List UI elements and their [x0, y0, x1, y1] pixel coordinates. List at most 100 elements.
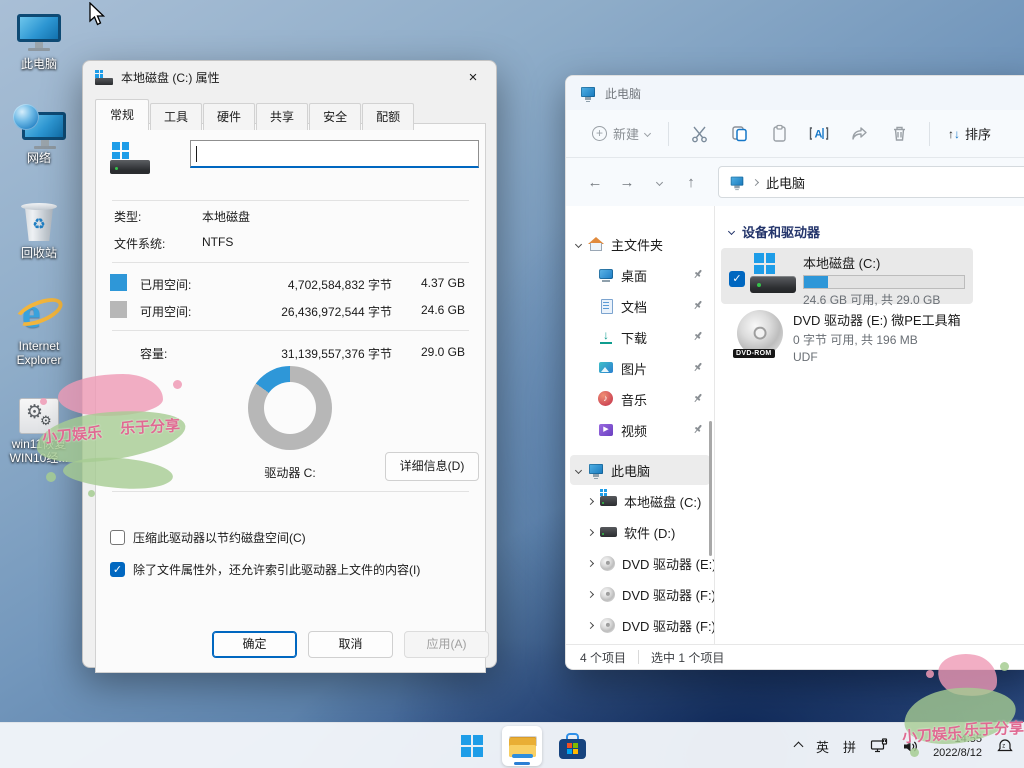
desktop-icon-this-pc[interactable]: 此电脑: [0, 14, 78, 71]
desktop-icon-label: 此电脑: [0, 57, 78, 71]
history-dropdown-button[interactable]: [644, 167, 674, 197]
svg-text:z: z: [1002, 743, 1005, 749]
speaker-icon[interactable]: [902, 739, 919, 754]
forward-button[interactable]: →: [612, 167, 642, 197]
sidebar-item-label: 图片: [621, 359, 685, 378]
apply-button[interactable]: 应用(A): [404, 631, 489, 658]
tab-general[interactable]: 常规: [95, 99, 149, 130]
filesystem-value: NTFS: [202, 235, 233, 249]
sidebar-item-pictures[interactable]: 图片: [566, 353, 714, 383]
tab-sharing[interactable]: 共享: [256, 103, 308, 130]
section-devices-and-drives[interactable]: 设备和驱动器: [729, 222, 1024, 241]
dialog-titlebar[interactable]: 本地磁盘 (C:) 属性: [83, 61, 496, 93]
explorer-toolbar: + 新建 A ↑↓ 排序: [566, 110, 1024, 158]
sidebar-scrollbar[interactable]: [709, 421, 712, 556]
file-item-drive-c[interactable]: ✓ 本地磁盘 (C:) 24.6 GB 可用, 共 29.0 GB: [721, 248, 973, 304]
taskbar-clock[interactable]: 14:55 2022/8/12: [933, 732, 982, 760]
explorer-titlebar[interactable]: 此电脑: [566, 76, 1024, 110]
selection-checkbox[interactable]: ✓: [729, 271, 745, 287]
volume-label-input[interactable]: [190, 140, 479, 168]
explorer-window-title: 此电脑: [605, 85, 641, 102]
start-button[interactable]: [452, 726, 492, 766]
up-button[interactable]: ↑: [676, 167, 706, 197]
breadcrumb[interactable]: 此电脑: [766, 173, 805, 192]
drive-c-usage-bar: [803, 275, 965, 289]
copy-button[interactable]: [719, 117, 759, 151]
pin-icon: [692, 268, 704, 283]
compress-checkbox-row[interactable]: 压缩此驱动器以节约磁盘空间(C): [110, 529, 306, 546]
sidebar-item-documents[interactable]: 文档: [566, 291, 714, 321]
sidebar-item-music[interactable]: 音乐: [566, 384, 714, 414]
tab-security[interactable]: 安全: [309, 103, 361, 130]
chevron-down-icon: [575, 466, 582, 473]
back-button[interactable]: ←: [580, 167, 610, 197]
sidebar-item-desktop[interactable]: 桌面: [566, 260, 714, 290]
taskbar: 英 拼 14:55 2022/8/12 z: [0, 722, 1024, 768]
taskbar-microsoft-store[interactable]: [552, 726, 592, 766]
desktop-icon-label: 回收站: [0, 246, 78, 260]
sidebar-item-drive-d[interactable]: 软件 (D:): [566, 517, 714, 547]
desktop-icon-win11-restore[interactable]: ⚙⚙ win11恢复WIN10经...: [0, 398, 78, 465]
sort-label: 排序: [965, 124, 991, 143]
pin-icon: [692, 330, 704, 345]
explorer-sidebar: 主文件夹 桌面 文档 ↓ 下载 图片: [566, 206, 715, 644]
address-bar[interactable]: 此电脑: [718, 166, 1024, 198]
globe-icon: [13, 104, 39, 130]
ok-button[interactable]: 确定: [212, 631, 297, 658]
chevron-right-icon: [587, 590, 594, 597]
toolbar-divider: [929, 122, 930, 146]
selected-count: 选中 1 个项目: [651, 649, 724, 666]
desktop-icon-recycle-bin[interactable]: ♻ 回收站: [0, 203, 78, 260]
this-pc-icon: [16, 14, 62, 54]
free-space-swatch: [110, 301, 127, 318]
sidebar-item-dvd-f2[interactable]: DVD 驱动器 (F:): [566, 610, 714, 640]
cut-button[interactable]: [679, 117, 719, 151]
close-button[interactable]: ×: [451, 62, 495, 92]
delete-button[interactable]: [879, 117, 919, 151]
capacity-size: 29.0 GB: [405, 345, 465, 359]
sidebar-item-drive-c[interactable]: 本地磁盘 (C:): [566, 486, 714, 516]
rename-button[interactable]: A: [799, 117, 839, 151]
paste-button[interactable]: [759, 117, 799, 151]
file-item-dvd-e[interactable]: DVD-ROM DVD 驱动器 (E:) 微PE工具箱 0 字节 可用, 共 1…: [737, 310, 961, 364]
sidebar-item-home[interactable]: 主文件夹: [566, 229, 714, 259]
used-space-size: 4.37 GB: [405, 276, 465, 290]
sidebar-item-label: 主文件夹: [611, 235, 714, 254]
taskbar-file-explorer[interactable]: [502, 726, 542, 766]
explorer-statusbar: 4 个项目 选中 1 个项目: [566, 644, 1024, 669]
ime-language-english[interactable]: 英: [816, 737, 829, 756]
share-button[interactable]: [839, 117, 879, 151]
clock-date: 2022/8/12: [933, 746, 982, 760]
sidebar-item-label: 本地磁盘 (C:): [624, 492, 714, 511]
sidebar-item-downloads[interactable]: ↓ 下载: [566, 322, 714, 352]
windows-logo-icon: [461, 735, 483, 757]
sidebar-item-dvd-f[interactable]: DVD 驱动器 (F:): [566, 579, 714, 609]
index-checkbox[interactable]: ✓: [110, 562, 125, 577]
desktop-icon-network[interactable]: 网络: [0, 108, 78, 165]
free-space-size: 24.6 GB: [405, 303, 465, 317]
tab-hardware[interactable]: 硬件: [203, 103, 255, 130]
index-checkbox-row[interactable]: ✓ 除了文件属性外，还允许索引此驱动器上文件的内容(I): [110, 561, 420, 578]
chevron-down-icon: [575, 240, 582, 247]
details-button[interactable]: 详细信息(D): [385, 452, 479, 481]
desktop-icon-label: Internet Explorer: [7, 339, 71, 367]
tray-chevron-up-icon[interactable]: [794, 741, 804, 751]
cancel-button[interactable]: 取消: [308, 631, 393, 658]
tab-quota[interactable]: 配额: [362, 103, 414, 130]
compress-checkbox[interactable]: [110, 530, 125, 545]
ime-language-pinyin[interactable]: 拼: [843, 737, 856, 756]
network-icon[interactable]: [870, 738, 888, 754]
sidebar-item-dvd-e[interactable]: DVD 驱动器 (E:): [566, 548, 714, 578]
tab-tools[interactable]: 工具: [150, 103, 202, 130]
sort-button[interactable]: ↑↓ 排序: [940, 118, 999, 149]
documents-icon: [598, 298, 614, 314]
section-label: 设备和驱动器: [742, 222, 820, 241]
trash-icon: [890, 124, 909, 143]
dvd-rom-badge: DVD-ROM: [733, 349, 775, 358]
sidebar-item-this-pc[interactable]: 此电脑: [570, 455, 710, 485]
drive-c-usage-fill: [804, 276, 828, 288]
new-button[interactable]: + 新建: [584, 118, 658, 149]
desktop-icon-internet-explorer[interactable]: e Internet Explorer: [0, 292, 78, 367]
notification-bell-icon[interactable]: z: [996, 738, 1014, 755]
sidebar-item-videos[interactable]: 视频: [566, 415, 714, 445]
